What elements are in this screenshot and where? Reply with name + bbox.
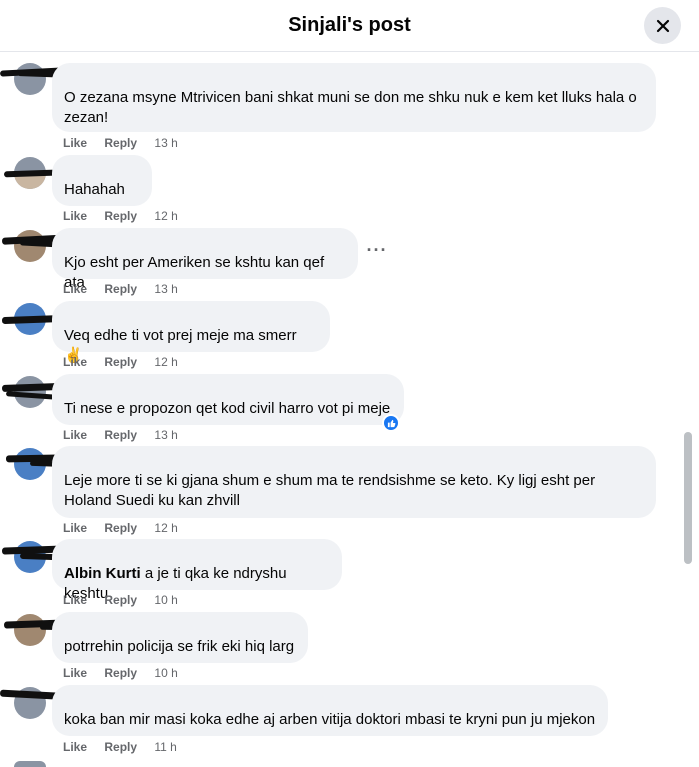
avatar[interactable] xyxy=(14,761,46,767)
comment-time[interactable]: 10 h xyxy=(154,666,177,680)
comment-time[interactable]: 11 h xyxy=(154,740,176,754)
comment-bubble: Albin Kurti a je ti qka ke ndryshu kesht… xyxy=(52,539,342,602)
like-button[interactable]: Like xyxy=(63,428,87,442)
reply-button[interactable]: Reply xyxy=(104,740,137,754)
comment-text: Ti nese e propozon qet kod civil harro v… xyxy=(64,400,391,417)
close-icon xyxy=(656,19,669,32)
reply-button[interactable]: Reply xyxy=(104,593,137,607)
like-button[interactable]: Like xyxy=(63,740,87,754)
comment-actions: Like Reply 13 h xyxy=(63,136,178,150)
comment-actions: Like Reply 12 h xyxy=(63,209,178,223)
like-button[interactable]: Like xyxy=(63,355,87,369)
comment-actions: Like Reply 12 h xyxy=(63,355,178,369)
comment-bubble: Ti nese e propozon qet kod civil harro v… xyxy=(52,374,404,425)
comment-text: potrrehin policija se frik eki hiq larg xyxy=(64,638,295,655)
more-options-icon: ··· xyxy=(366,240,388,260)
comment-actions: Like Reply 10 h xyxy=(63,593,178,607)
comment-actions: Like Reply 11 h xyxy=(63,740,177,754)
like-button[interactable]: Like xyxy=(63,593,87,607)
reply-button[interactable]: Reply xyxy=(104,428,137,442)
comment-text: Hahahah xyxy=(64,181,125,198)
comment-bubble: O zezana msyne Mtrivicen bani shkat muni… xyxy=(52,63,656,132)
reply-button[interactable]: Reply xyxy=(104,355,137,369)
reply-button[interactable]: Reply xyxy=(104,666,137,680)
reply-button[interactable]: Reply xyxy=(104,282,137,296)
comment-actions: Like Reply 10 h xyxy=(63,666,178,680)
comment-time[interactable]: 13 h xyxy=(154,136,177,150)
mention-link[interactable]: Albin Kurti xyxy=(64,565,141,582)
comment-time[interactable]: 12 h xyxy=(154,355,177,369)
reply-button[interactable]: Reply xyxy=(104,209,137,223)
reaction-badge[interactable] xyxy=(382,414,400,432)
comment-time[interactable]: 10 h xyxy=(154,593,177,607)
comment-bubble: Veq edhe ti vot prej meje ma smerr ✌️ xyxy=(52,301,330,364)
dialog-title: Sinjali's post xyxy=(288,14,411,36)
close-button[interactable] xyxy=(644,7,681,44)
comment-bubble: potrrehin policija se frik eki hiq larg xyxy=(52,612,308,663)
reply-button[interactable]: Reply xyxy=(104,136,137,150)
like-button[interactable]: Like xyxy=(63,666,87,680)
dialog-header: Sinjali's post xyxy=(0,0,699,52)
like-button[interactable]: Like xyxy=(63,136,87,150)
like-button[interactable]: Like xyxy=(63,209,87,223)
scrollbar[interactable] xyxy=(684,432,692,564)
comment-bubble: Leje more ti se ki gjana shum e shum ma … xyxy=(52,446,656,518)
comment-time[interactable]: 13 h xyxy=(154,428,177,442)
comment-bubble: Kjo esht per Ameriken se kshtu kan qef a… xyxy=(52,228,358,291)
thumbs-up-icon xyxy=(387,419,395,427)
comment-text: koka ban mir masi koka edhe aj arben vit… xyxy=(64,711,596,728)
reply-button[interactable]: Reply xyxy=(104,521,137,535)
comments-list[interactable]: O zezana msyne Mtrivicen bani shkat muni… xyxy=(0,53,699,767)
comment-text: Leje more ti se ki gjana shum e shum ma … xyxy=(64,472,596,509)
avatar[interactable] xyxy=(14,614,46,646)
comment-actions: Like Reply 13 h xyxy=(63,428,178,442)
comment-time[interactable]: 12 h xyxy=(154,521,177,535)
comment-time[interactable]: 13 h xyxy=(154,282,177,296)
like-button[interactable]: Like xyxy=(63,282,87,296)
more-options-button[interactable]: ··· xyxy=(364,241,390,264)
comment-actions: Like Reply 12 h xyxy=(63,521,178,535)
like-button[interactable]: Like xyxy=(63,521,87,535)
comment-actions: Like Reply 13 h xyxy=(63,282,178,296)
comment-time[interactable]: 12 h xyxy=(154,209,177,223)
comment-bubble: Hahahah xyxy=(52,155,152,206)
comment-bubble: koka ban mir masi koka edhe aj arben vit… xyxy=(52,685,608,736)
comment-text: O zezana msyne Mtrivicen bani shkat muni… xyxy=(64,89,637,126)
